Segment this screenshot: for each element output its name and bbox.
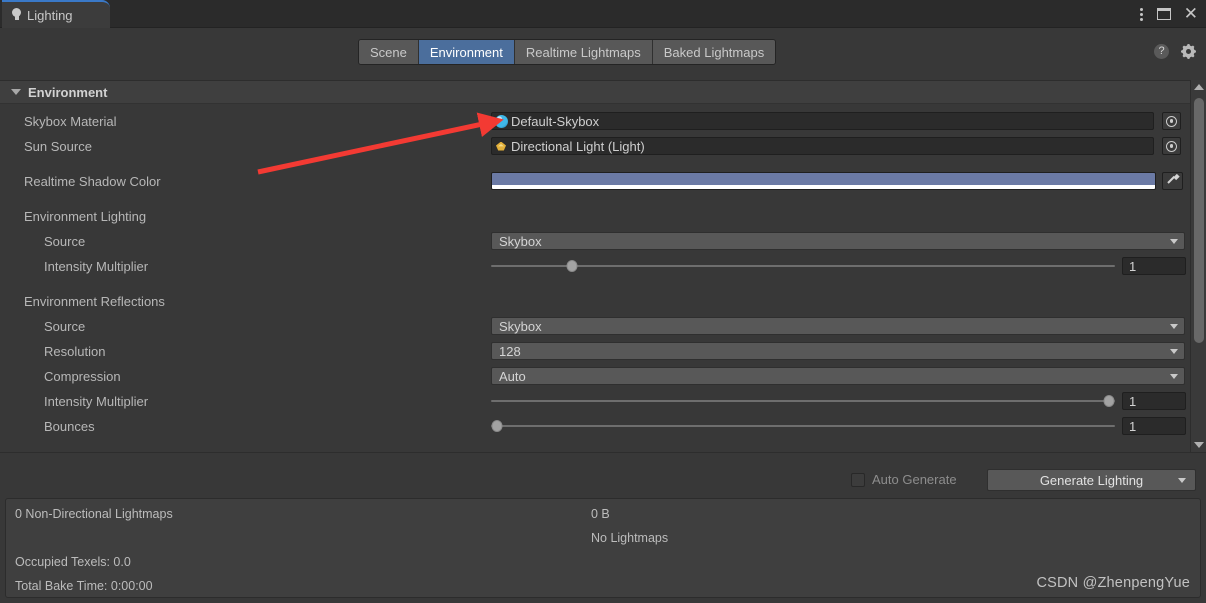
status-no-lightmaps: No Lightmaps — [591, 531, 669, 545]
env-reflections-compression-value: Auto — [499, 368, 526, 384]
vertical-scrollbar[interactable] — [1190, 80, 1206, 452]
lightmap-status-panel: 0 Non-Directional Lightmaps 0 B No Light… — [5, 498, 1201, 598]
chevron-down-icon — [1170, 348, 1178, 354]
color-swatch-fill — [492, 173, 1155, 185]
scroll-down-arrow-icon[interactable] — [1191, 438, 1206, 452]
label-env-reflections-resolution: Resolution — [44, 344, 106, 359]
label-env-reflections-intensity: Intensity Multiplier — [44, 394, 149, 409]
env-reflections-intensity-slider[interactable] — [491, 392, 1115, 410]
sun-source-object-picker-icon[interactable] — [1162, 137, 1181, 155]
chevron-down-icon[interactable] — [1178, 478, 1186, 483]
directional-light-icon — [495, 140, 508, 153]
skybox-material-field[interactable]: Default-Skybox — [491, 112, 1154, 130]
env-lighting-intensity-slider[interactable] — [491, 257, 1115, 275]
maximize-icon[interactable] — [1156, 8, 1171, 20]
skybox-material-object-picker-icon[interactable] — [1162, 112, 1181, 130]
status-total-bake-time: Total Bake Time: 0:00:00 — [15, 579, 153, 593]
close-icon[interactable]: ✕ — [1184, 5, 1198, 22]
slider-handle[interactable] — [491, 420, 503, 432]
watermark: CSDN @ZhenpengYue — [1036, 575, 1190, 591]
env-reflections-bounces-slider[interactable] — [491, 417, 1115, 435]
gear-icon[interactable] — [1181, 44, 1196, 59]
sun-source-value: Directional Light (Light) — [511, 138, 645, 154]
tab-baked-lightmaps[interactable]: Baked Lightmaps — [652, 40, 776, 64]
label-environment-reflections: Environment Reflections — [24, 294, 165, 309]
label-realtime-shadow-color: Realtime Shadow Color — [24, 174, 161, 189]
realtime-shadow-color-swatch[interactable] — [491, 172, 1156, 190]
generate-lighting-label: Generate Lighting — [1039, 472, 1144, 488]
eyedropper-icon[interactable] — [1162, 172, 1183, 190]
env-lighting-intensity-value[interactable]: 1 — [1122, 257, 1186, 275]
slider-track — [491, 400, 1115, 402]
window-tab-label: Lighting — [27, 7, 73, 23]
auto-generate-checkbox[interactable] — [851, 472, 865, 487]
env-reflections-compression-dropdown[interactable]: Auto — [491, 367, 1185, 385]
env-reflections-source-dropdown[interactable]: Skybox — [491, 317, 1185, 335]
scrollbar-thumb[interactable] — [1194, 98, 1204, 343]
lightbulb-icon — [11, 8, 22, 22]
env-reflections-source-value: Skybox — [499, 318, 542, 334]
env-reflections-bounces-value[interactable]: 1 — [1122, 417, 1186, 435]
label-skybox-material: Skybox Material — [24, 114, 117, 129]
status-size: 0 B — [591, 507, 610, 521]
auto-generate-row[interactable]: Auto Generate — [851, 472, 957, 487]
generate-lighting-button[interactable]: Generate Lighting — [987, 469, 1196, 491]
window-tab-lighting[interactable]: Lighting — [2, 0, 110, 28]
scroll-up-arrow-icon[interactable] — [1191, 80, 1206, 94]
slider-track — [491, 425, 1115, 427]
label-environment-lighting: Environment Lighting — [24, 209, 147, 224]
tab-environment[interactable]: Environment — [418, 40, 515, 64]
status-lightmaps-count: 0 Non-Directional Lightmaps — [15, 507, 173, 521]
tab-realtime-lightmaps[interactable]: Realtime Lightmaps — [514, 40, 653, 64]
label-env-lighting-intensity: Intensity Multiplier — [44, 259, 149, 274]
slider-handle[interactable] — [1103, 395, 1115, 407]
color-alpha-bar — [492, 185, 1155, 189]
chevron-down-icon — [1170, 323, 1178, 329]
chevron-down-icon — [11, 89, 21, 95]
tab-toolbar: Scene Environment Realtime Lightmaps Bak… — [0, 28, 1206, 76]
label-sun-source: Sun Source — [24, 139, 92, 154]
window-controls: ✕ — [1140, 0, 1198, 28]
environment-foldout-header[interactable]: Environment — [0, 80, 1206, 104]
label-env-reflections-source: Source — [44, 319, 86, 334]
env-lighting-source-dropdown[interactable]: Skybox — [491, 232, 1185, 250]
slider-handle[interactable] — [566, 260, 578, 272]
tab-scene[interactable]: Scene — [359, 40, 419, 64]
label-env-reflections-bounces: Bounces — [44, 419, 95, 434]
material-sphere-icon — [495, 114, 508, 128]
label-env-lighting-source: Source — [44, 234, 86, 249]
help-icon[interactable]: ? — [1154, 44, 1169, 59]
sun-source-field[interactable]: Directional Light (Light) — [491, 137, 1154, 155]
lighting-window: Lighting ✕ Scene Environment Realtime Li… — [0, 0, 1206, 603]
skybox-material-value: Default-Skybox — [511, 113, 600, 129]
env-reflections-resolution-value: 128 — [499, 343, 521, 359]
slider-track — [491, 265, 1115, 267]
env-reflections-intensity-value[interactable]: 1 — [1122, 392, 1186, 410]
foldout-title: Environment — [28, 84, 108, 100]
environment-settings-body: Skybox Material Default-Skybox Sun Sourc… — [0, 104, 1206, 452]
chevron-down-icon — [1170, 373, 1178, 379]
kebab-menu-icon[interactable] — [1140, 7, 1144, 21]
toolbar-actions: ? — [1154, 44, 1196, 59]
label-env-reflections-compression: Compression — [44, 369, 121, 384]
auto-generate-label: Auto Generate — [872, 472, 957, 487]
window-titlebar: Lighting ✕ — [0, 0, 1206, 28]
env-lighting-source-value: Skybox — [499, 233, 542, 249]
chevron-down-icon — [1170, 238, 1178, 244]
lighting-tabs: Scene Environment Realtime Lightmaps Bak… — [358, 39, 777, 65]
env-reflections-resolution-dropdown[interactable]: 128 — [491, 342, 1185, 360]
status-occupied-texels: Occupied Texels: 0.0 — [15, 555, 131, 569]
